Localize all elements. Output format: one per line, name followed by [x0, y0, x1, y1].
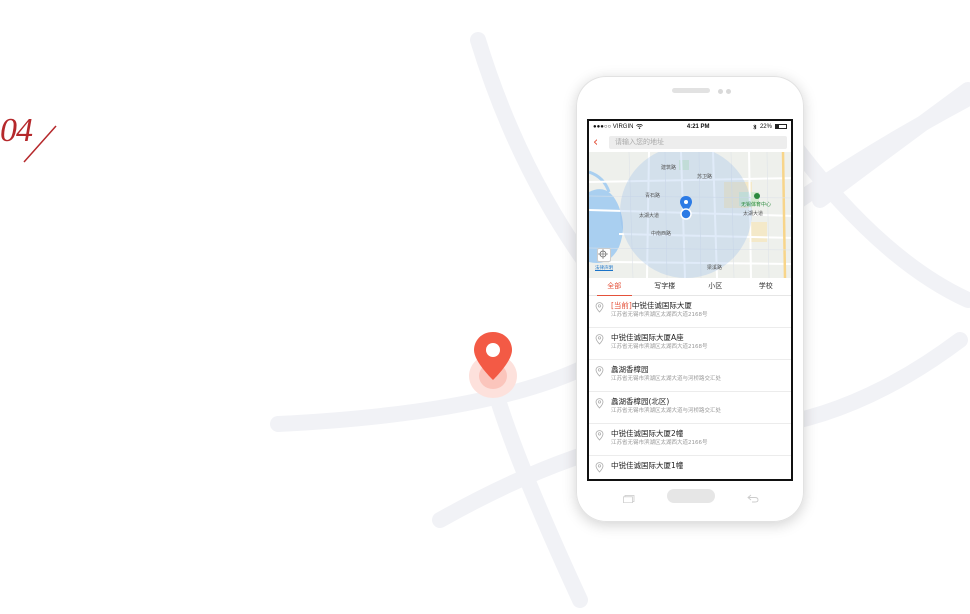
phone-camera	[718, 89, 723, 94]
list-item[interactable]: 蠡湖香樟园(北区) 江苏省无锡市滨湖区太湖大道与河桥路交汇处	[589, 392, 791, 424]
list-item[interactable]: 蠡湖香樟园 江苏省无锡市滨湖区太湖大道与河桥路交汇处	[589, 360, 791, 392]
map-label: 太湖大道	[743, 211, 764, 217]
battery-icon	[774, 124, 787, 129]
location-pin-icon	[595, 462, 604, 473]
map-label: 建筑路	[661, 165, 677, 171]
list-item[interactable]: 中锐佳诚国际大厦2幢 江苏省无锡市滨湖区太湖西大道2166号	[589, 424, 791, 456]
phone-screen: ●●●○○ VIRGIN 4:21 PM 22% ‹ 请输入您的地址 建筑路 苏…	[587, 119, 793, 481]
bluetooth-icon	[753, 123, 757, 130]
address-search-input[interactable]	[609, 135, 787, 149]
result-title: 中锐佳诚国际大厦2幢	[611, 429, 684, 438]
current-location-tag: [当前]	[611, 301, 632, 310]
poi-label: 无锡体育中心	[741, 202, 772, 208]
search-bar: ‹	[589, 132, 791, 152]
address-results-list: [当前]中锐佳诚国际大厦 江苏省无锡市滨湖区太湖西大道2168号 中锐佳诚国际大…	[589, 296, 791, 479]
recent-apps-icon[interactable]	[623, 495, 635, 503]
phone-speaker	[672, 88, 710, 93]
locate-me-button[interactable]	[597, 248, 611, 262]
back-icon[interactable]	[747, 494, 759, 503]
result-title: 中锐佳诚国际大厦1幢	[611, 461, 684, 470]
location-pin-icon	[595, 302, 604, 313]
crosshair-icon	[598, 249, 608, 259]
phone-sensor	[726, 89, 731, 94]
tab-school[interactable]: 学校	[741, 278, 792, 295]
list-item[interactable]: [当前]中锐佳诚国际大厦 江苏省无锡市滨湖区太湖西大道2168号	[589, 296, 791, 328]
battery-percent: 22%	[759, 123, 772, 130]
tab-all[interactable]: 全部	[589, 278, 640, 296]
slide-number-slash	[23, 125, 57, 163]
result-address: 江苏省无锡市滨湖区太湖西大道2168号	[611, 312, 708, 318]
status-time: 4:21 PM	[686, 123, 710, 130]
map-view[interactable]: 建筑路 苏卫路 青石路 太湖大道 中南西路 太湖大道 梁溪路 无锡体育中心 法律…	[589, 152, 791, 278]
map-label: 青石路	[645, 193, 661, 199]
list-item[interactable]: 中锐佳诚国际大厦1幢	[589, 456, 791, 479]
wifi-icon	[636, 124, 644, 129]
home-button[interactable]	[667, 489, 715, 503]
list-item[interactable]: 中锐佳诚国际大厦A座 江苏省无锡市滨湖区太湖西大道2168号	[589, 328, 791, 360]
result-title: 蠡湖香樟园	[611, 365, 649, 374]
location-pin-icon	[595, 398, 604, 409]
result-address: 江苏省无锡市滨湖区太湖西大道2168号	[611, 344, 708, 350]
location-pin-icon	[595, 430, 604, 441]
back-arrow-icon[interactable]: ‹	[593, 136, 603, 149]
result-title: 中锐佳诚国际大厦A座	[611, 333, 684, 342]
map-label: 太湖大道	[639, 213, 660, 219]
result-title: 中锐佳诚国际大厦	[631, 301, 692, 310]
map-label: 中南西路	[651, 231, 672, 237]
map-legal-link[interactable]: 法律声明	[595, 265, 613, 271]
category-tabs: 全部 写字楼 小区 学校	[589, 278, 791, 296]
location-pin-icon	[469, 332, 517, 398]
tab-residential[interactable]: 小区	[690, 278, 741, 295]
result-title: 蠡湖香樟园(北区)	[611, 397, 670, 406]
location-pin-icon	[595, 334, 604, 345]
result-address: 江苏省无锡市滨湖区太湖大道与河桥路交汇处	[611, 408, 722, 414]
status-bar: ●●●○○ VIRGIN 4:21 PM 22%	[589, 121, 791, 132]
phone-mockup: ●●●○○ VIRGIN 4:21 PM 22% ‹ 请输入您的地址 建筑路 苏…	[576, 76, 804, 522]
background-roads	[270, 32, 970, 608]
result-address: 江苏省无锡市滨湖区太湖西大道2166号	[611, 440, 708, 446]
map-label: 苏卫路	[697, 174, 713, 180]
carrier-label: ●●●○○ VIRGIN	[593, 123, 634, 130]
map-label: 梁溪路	[707, 265, 723, 271]
tab-office[interactable]: 写字楼	[640, 278, 691, 295]
result-address: 江苏省无锡市滨湖区太湖大道与河桥路交汇处	[611, 376, 722, 382]
location-pin-icon	[595, 366, 604, 377]
